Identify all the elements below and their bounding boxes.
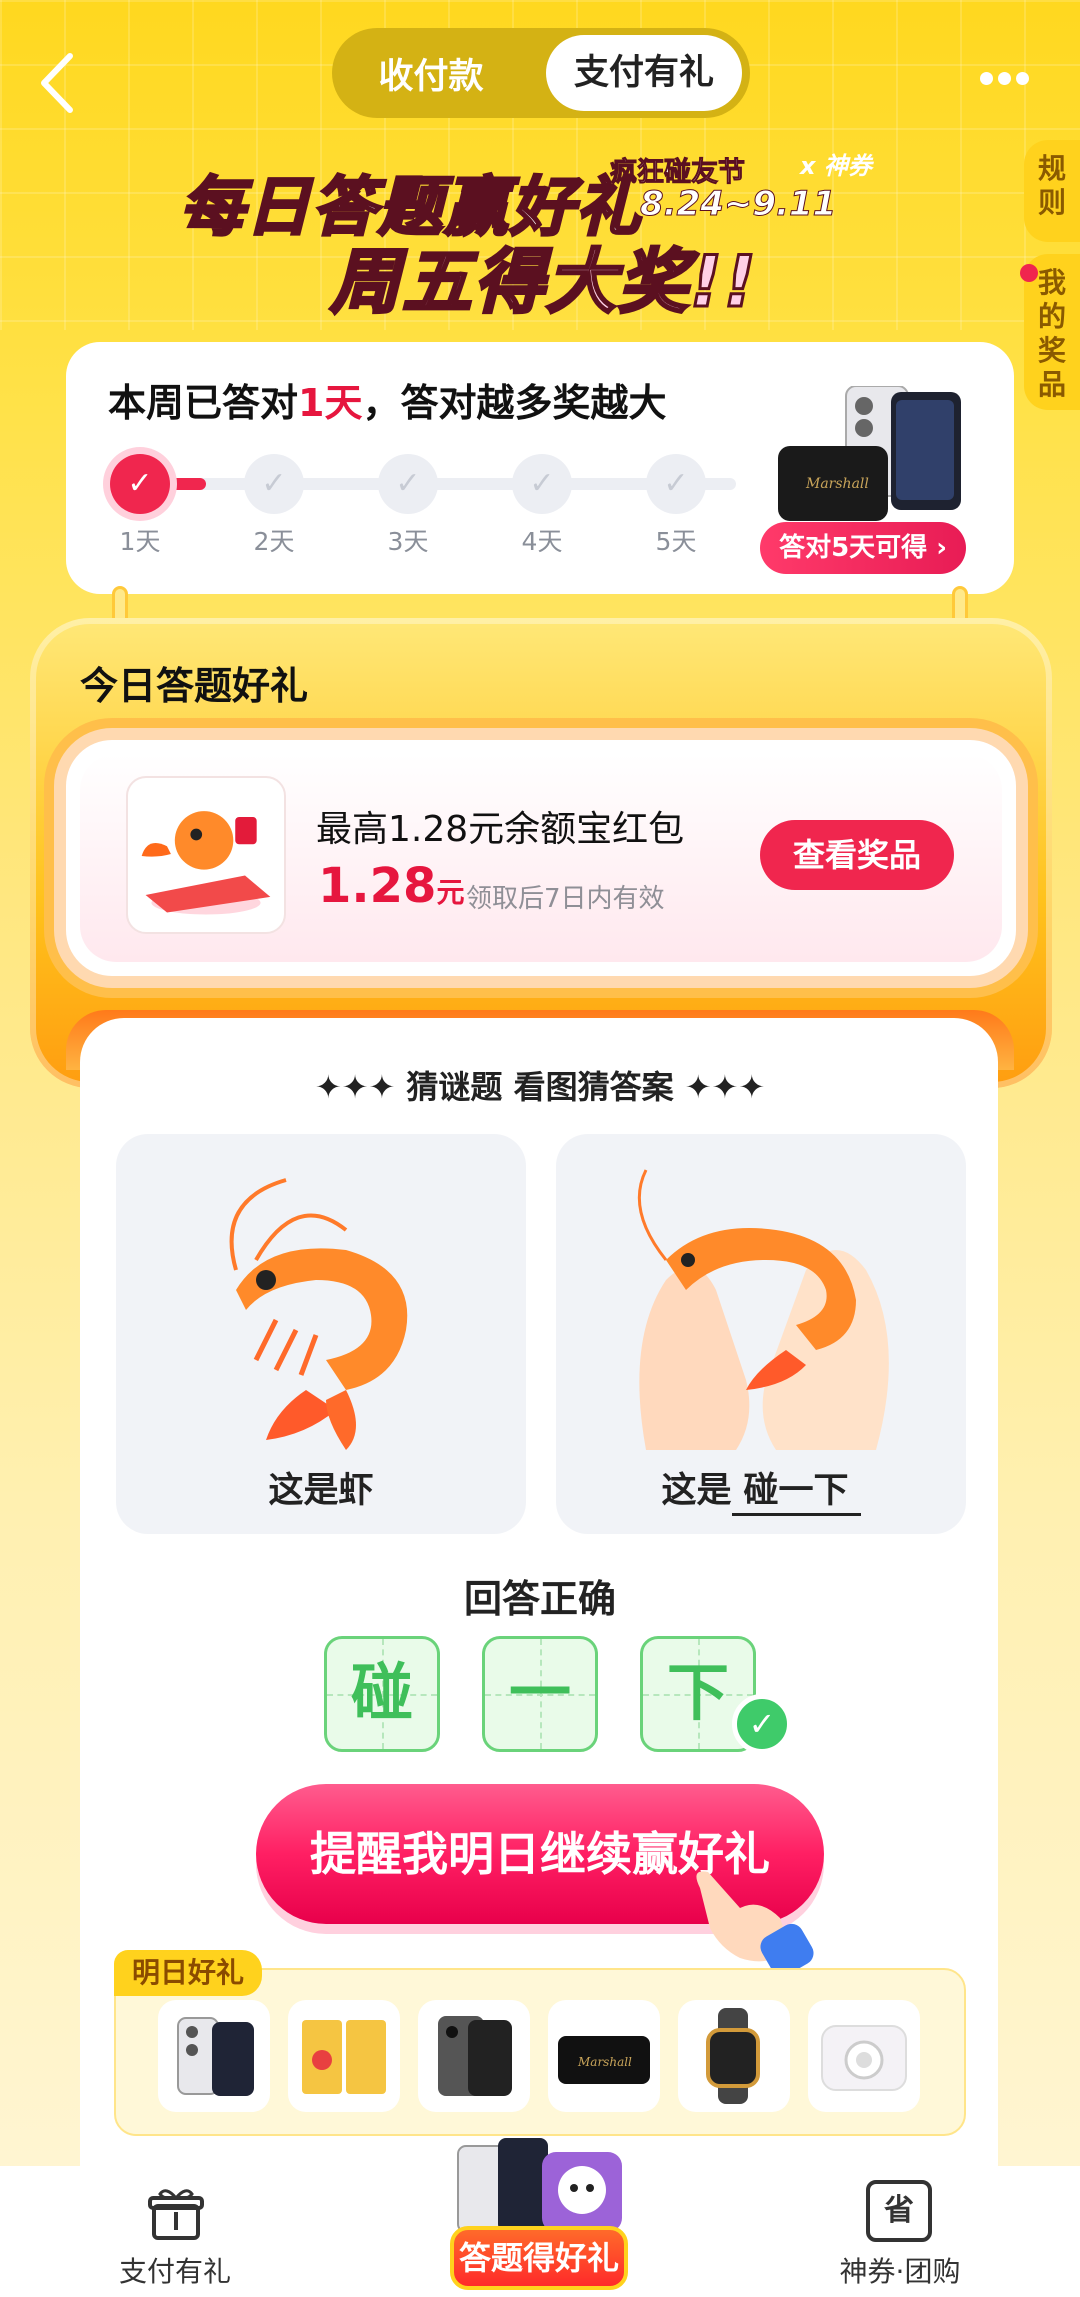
clue-caption-left: 这是虾 <box>268 1471 374 1511</box>
clue-right-prefix: 这是 <box>661 1471 732 1511</box>
day-5-check-icon: ✓ <box>646 454 706 514</box>
nav-pay-gift-label: 支付有礼 <box>118 2255 231 2288</box>
answer-tile-2-char: 一 <box>508 1656 571 1729</box>
correct-check-icon: ✓ <box>732 1694 792 1754</box>
more-icon[interactable] <box>980 70 1040 90</box>
progress-suffix: ，答对越多奖越大 <box>362 381 667 425</box>
nav-quiz-gift[interactable]: 答题得好礼 <box>450 2226 628 2290</box>
hero-banner: 每日答题赢好礼 疯狂碰友节 x 神券 8.24~9.11 周五得大奖!! <box>179 128 880 328</box>
my-prizes-label: 我的奖品 <box>1037 266 1066 401</box>
event-tail: x 神券 <box>800 152 872 180</box>
coupon-icon: 省 <box>866 2180 932 2242</box>
gift-amount-value: 1.28 <box>318 858 437 914</box>
day-3-check-icon: ✓ <box>378 454 438 514</box>
red-packet-icon <box>126 776 286 934</box>
event-dates: 8.24~9.11 <box>639 184 837 225</box>
day-5-label: 5天 <box>655 527 697 556</box>
segment-control: 收付款 支付有礼 <box>332 28 750 118</box>
gift-amount-unit: 元 <box>436 876 465 909</box>
day-4-check-icon: ✓ <box>512 454 572 514</box>
nav-coupon-group[interactable]: 省 神券·团购 <box>820 2180 980 2290</box>
day-2-label: 2天 <box>253 527 295 556</box>
phone-white-icon <box>158 2000 270 2112</box>
gift-amount: 1.28元 <box>318 858 464 914</box>
rules-tab[interactable]: 规则 <box>1024 140 1080 242</box>
weekly-progress-card: 本周已答对1天，答对越多奖越大 ✓ ✓ ✓ ✓ ✓ 1天 2天 3天 4天 5天… <box>66 342 1014 594</box>
watch-icon <box>678 2000 790 2112</box>
notification-dot <box>1020 264 1038 282</box>
five-day-prize-button[interactable]: 答对5天可得 › <box>760 522 966 574</box>
day-1-label: 1天 <box>119 527 161 556</box>
day-4-label: 4天 <box>521 527 563 556</box>
nav-pay-gift[interactable]: 支付有礼 <box>110 2186 240 2288</box>
day-1-check-icon: ✓ <box>110 454 170 514</box>
answer-tile-1: 碰 <box>324 1636 440 1752</box>
shrimp-icon <box>229 1178 408 1450</box>
nav-coupon-group-label: 神券·团购 <box>839 2255 961 2288</box>
grand-prize-image: Marshall <box>778 386 961 521</box>
gift-validity: 领取后7日内有效 <box>466 884 665 914</box>
svg-text:Marshall: Marshall <box>577 2055 632 2069</box>
pointing-hand-icon <box>696 1871 814 1977</box>
answer-blank: 碰一下 <box>731 1462 861 1516</box>
tomorrow-gifts-tag: 明日好礼 <box>114 1950 263 1996</box>
result-text: 回答正确 <box>463 1577 616 1621</box>
view-prize-button[interactable]: 查看奖品 <box>760 820 954 890</box>
answer-tile-3-char: 下 <box>666 1656 729 1729</box>
answer-tile-2: 一 <box>482 1636 598 1752</box>
phone-black-icon <box>418 2000 530 2112</box>
day-3-label: 3天 <box>387 527 429 556</box>
rules-label: 规则 <box>1037 152 1066 219</box>
tab-receive-pay[interactable]: 收付款 <box>356 48 506 99</box>
quiz-heading-text: 猜谜题 看图猜答案 <box>406 1068 674 1106</box>
camera-icon <box>808 2000 920 2112</box>
gold-card-icon <box>288 2000 400 2112</box>
svg-text:Marshall: Marshall <box>805 476 869 492</box>
progress-title: 本周已答对1天，答对越多奖越大 <box>108 372 666 427</box>
quiz-heading: ✦✦✦ 猜谜题 看图猜答案 ✦✦✦ <box>314 1068 766 1106</box>
progress-prefix: 本周已答对 <box>108 381 299 425</box>
speaker-icon: Marshall <box>548 2000 660 2112</box>
answer-tile-1-char: 碰 <box>350 1656 413 1729</box>
gift-name: 最高1.28元余额宝红包 <box>316 809 685 850</box>
five-day-prize-label: 答对5天可得 <box>779 533 928 563</box>
tab-pay-gift[interactable]: 支付有礼 <box>546 35 742 111</box>
gift-box-icon <box>148 2189 204 2240</box>
day-2-check-icon: ✓ <box>244 454 304 514</box>
hands-holding-shrimp-icon <box>637 1169 889 1450</box>
back-icon[interactable] <box>36 52 76 114</box>
center-prize-icon <box>457 2138 622 2232</box>
clue-caption-right: 这是 碰一下 <box>556 1462 966 1516</box>
today-gift-title: 今日答题好礼 <box>80 664 309 708</box>
banner-line2: 周五得大奖!! <box>329 240 758 325</box>
progress-days: 1天 <box>298 381 363 425</box>
